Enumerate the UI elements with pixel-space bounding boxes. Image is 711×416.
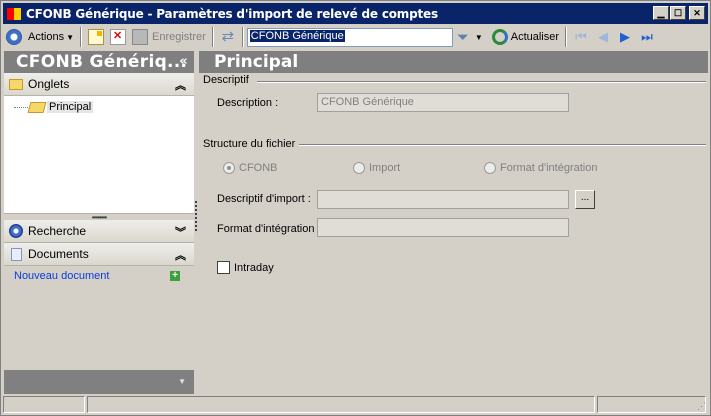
format-integration-field[interactable] (317, 218, 569, 237)
radio-cfonb[interactable]: CFONB (223, 162, 278, 174)
save-label: Enregistrer (152, 31, 206, 43)
window-title: CFONB Générique - Paramètres d'import de… (26, 6, 438, 21)
radio-label: CFONB (239, 162, 278, 174)
group-divider (299, 144, 706, 146)
close-button[interactable]: ✕ (689, 6, 705, 20)
group-divider (257, 81, 706, 83)
left-pane-header: CFONB Génériq... « (4, 51, 194, 73)
onglets-section-header[interactable]: Onglets ︽ (4, 73, 194, 96)
search-icon (9, 224, 23, 238)
radio-indicator (484, 162, 496, 174)
status-cell (3, 396, 85, 413)
chevron-down-icon[interactable]: ︾ (175, 224, 186, 240)
main-pane-title: Principal (199, 51, 708, 73)
description-label: Description : (217, 97, 279, 109)
new-document-icon (88, 29, 104, 45)
save-button[interactable]: Enregistrer (129, 26, 209, 48)
structure-group-title: Structure du fichier (203, 138, 296, 150)
collapse-pane-icon[interactable]: « (179, 51, 188, 73)
filter-dropdown-icon[interactable]: ▼ (475, 33, 483, 42)
status-cell (597, 396, 706, 413)
onglets-label: Onglets (28, 77, 70, 91)
chevron-up-icon[interactable]: ︽ (175, 247, 186, 263)
status-cell (86, 396, 596, 413)
toolbar-separator (565, 27, 568, 47)
add-document-icon[interactable]: + (170, 271, 180, 281)
pane-splitter[interactable] (195, 201, 198, 231)
documents-section-header[interactable]: Documents ︽ (4, 243, 194, 266)
documents-panel: Nouveau document + (4, 266, 194, 374)
description-field[interactable]: CFONB Générique (317, 93, 569, 112)
actions-menu-button[interactable]: Actions ▼ (25, 26, 77, 48)
recherche-section-header[interactable]: Recherche ︾ (4, 220, 194, 243)
descriptif-import-field[interactable] (317, 190, 569, 209)
format-integration-label: Format d'intégration : (217, 223, 321, 235)
resize-grip-icon[interactable]: ⋰ (697, 401, 706, 412)
descriptif-group-title: Descriptif (203, 74, 249, 86)
previous-record-button[interactable]: ◀ (592, 27, 614, 47)
folder-icon (9, 78, 23, 90)
refresh-label: Actualiser (510, 31, 560, 43)
refresh-icon (491, 29, 508, 45)
delete-button[interactable] (107, 26, 129, 48)
radio-indicator (223, 162, 235, 174)
toolbar-separator (80, 27, 82, 47)
title-bar[interactable]: CFONB Générique - Paramètres d'import de… (3, 3, 708, 24)
new-button[interactable] (85, 26, 107, 48)
home-icon (6, 29, 22, 45)
sync-button[interactable]: ⇄ (217, 26, 239, 48)
first-record-button[interactable]: ⏮ (570, 27, 592, 47)
radio-indicator (353, 162, 365, 174)
checkbox-box (217, 261, 230, 274)
open-folder-icon (27, 101, 47, 113)
search-input[interactable]: CFONB Générique (246, 27, 453, 47)
next-record-button[interactable]: ▶ (614, 27, 636, 47)
refresh-button[interactable]: Actualiser (489, 26, 562, 48)
left-pane: CFONB Génériq... « Onglets ︽ Principal •… (4, 51, 194, 394)
intraday-label: Intraday (234, 261, 274, 274)
toolbar: Actions ▼ Enregistrer ⇄ CFONB Générique … (3, 25, 708, 49)
browse-button[interactable]: ... (575, 190, 595, 209)
filter-icon[interactable]: ⏷ (457, 29, 469, 46)
delete-icon (110, 29, 126, 45)
last-record-button[interactable]: ⏭ (636, 27, 658, 47)
toolbar-separator (241, 27, 244, 47)
left-pane-title: CFONB Génériq... (16, 52, 188, 72)
radio-label: Format d'intégration (500, 162, 598, 174)
tree-item-label: Principal (47, 101, 94, 113)
toolbar-separator (211, 27, 214, 47)
dropdown-arrow-icon: ▼ (66, 32, 74, 42)
documents-label: Documents (28, 247, 89, 261)
intraday-checkbox[interactable]: Intraday (217, 261, 274, 274)
descriptif-import-label: Descriptif d'import : (217, 193, 311, 205)
radio-format-integration[interactable]: Format d'intégration (484, 162, 597, 174)
new-document-link[interactable]: Nouveau document (14, 270, 109, 282)
home-button[interactable] (3, 26, 25, 48)
status-bar: ⋰ (3, 396, 708, 414)
app-window: CFONB Générique - Paramètres d'import de… (0, 0, 711, 416)
onglets-tree: Principal (4, 96, 194, 214)
actions-label: Actions (28, 31, 65, 43)
maximize-button[interactable]: ☐ (670, 6, 686, 20)
radio-label: Import (369, 162, 401, 174)
tree-connector (14, 106, 28, 108)
tree-item-principal[interactable]: Principal (14, 101, 94, 113)
app-icon (6, 6, 22, 22)
chevron-up-icon[interactable]: ︽ (175, 77, 186, 93)
sync-icon: ⇄ (221, 28, 235, 45)
main-pane: Principal Descriptif Description : CFONB… (199, 51, 708, 394)
document-icon (11, 247, 22, 261)
search-value: CFONB Générique (249, 29, 345, 42)
radio-import[interactable]: Import (353, 162, 400, 174)
save-icon (132, 29, 148, 45)
recherche-label: Recherche (28, 224, 87, 238)
left-pane-footer: ▼ (4, 370, 194, 394)
dropdown-arrow-icon[interactable]: ▼ (178, 377, 186, 386)
minimize-button[interactable]: ▁ (653, 6, 669, 20)
